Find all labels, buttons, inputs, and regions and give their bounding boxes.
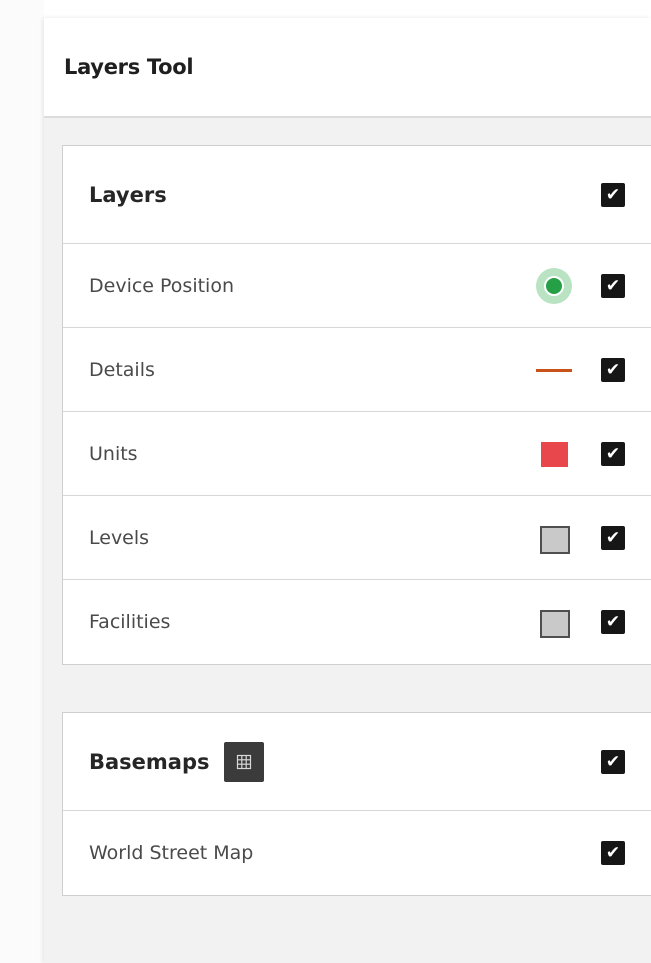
layers-toggle-all-checkbox[interactable]: ✔	[601, 182, 625, 207]
panel-header: Layers Tool	[44, 18, 651, 118]
layer-row-details: Details ✔	[63, 328, 651, 412]
fill-symbol-icon	[540, 525, 570, 554]
layer-label: Levels	[89, 526, 150, 549]
point-symbol-icon	[536, 267, 572, 304]
layer-checkbox-facilities[interactable]: ✔	[601, 610, 625, 634]
basemaps-heading: Basemaps	[89, 749, 210, 774]
basemap-gallery-button[interactable]	[223, 741, 264, 782]
layers-tool-panel: Layers Tool Layers ✔ Device Position ✔ D…	[44, 18, 651, 963]
basemaps-card: Basemaps ✔ World Street Map ✔	[62, 712, 651, 896]
layers-heading: Layers	[89, 182, 167, 207]
layer-label: Device Position	[89, 274, 234, 297]
layer-label: Facilities	[89, 611, 171, 633]
basemaps-toggle-all-checkbox[interactable]: ✔	[601, 749, 625, 774]
layer-row-levels: Levels ✔	[63, 496, 651, 580]
layer-checkbox-details[interactable]: ✔	[601, 357, 625, 382]
layer-row-facilities: Facilities ✔	[63, 580, 651, 664]
layer-checkbox-levels[interactable]: ✔	[601, 525, 625, 550]
fill-symbol-icon	[540, 610, 570, 638]
layer-row-device-position: Device Position ✔	[63, 244, 651, 328]
layer-label: Units	[89, 442, 138, 465]
layer-checkbox-units[interactable]: ✔	[601, 441, 625, 466]
map-edge	[0, 0, 44, 963]
panel-title: Layers Tool	[64, 55, 194, 79]
layer-label: Details	[89, 358, 155, 381]
basemap-checkbox-world-street-map[interactable]: ✔	[601, 841, 625, 865]
line-symbol-icon	[536, 368, 572, 372]
layer-checkbox-device-position[interactable]: ✔	[601, 273, 625, 298]
grid-icon	[236, 754, 252, 770]
fill-symbol-icon	[541, 441, 568, 467]
basemap-row-world-street-map: World Street Map ✔	[63, 811, 651, 895]
basemap-label: World Street Map	[89, 842, 254, 864]
basemaps-header-row: Basemaps ✔	[63, 713, 651, 811]
layers-header-row: Layers ✔	[63, 146, 651, 244]
layer-row-units: Units ✔	[63, 412, 651, 496]
layers-tool-page: Layers Tool Layers ✔ Device Position ✔ D…	[0, 0, 651, 963]
layers-card: Layers ✔ Device Position ✔ Details ✔ Uni…	[62, 145, 651, 665]
